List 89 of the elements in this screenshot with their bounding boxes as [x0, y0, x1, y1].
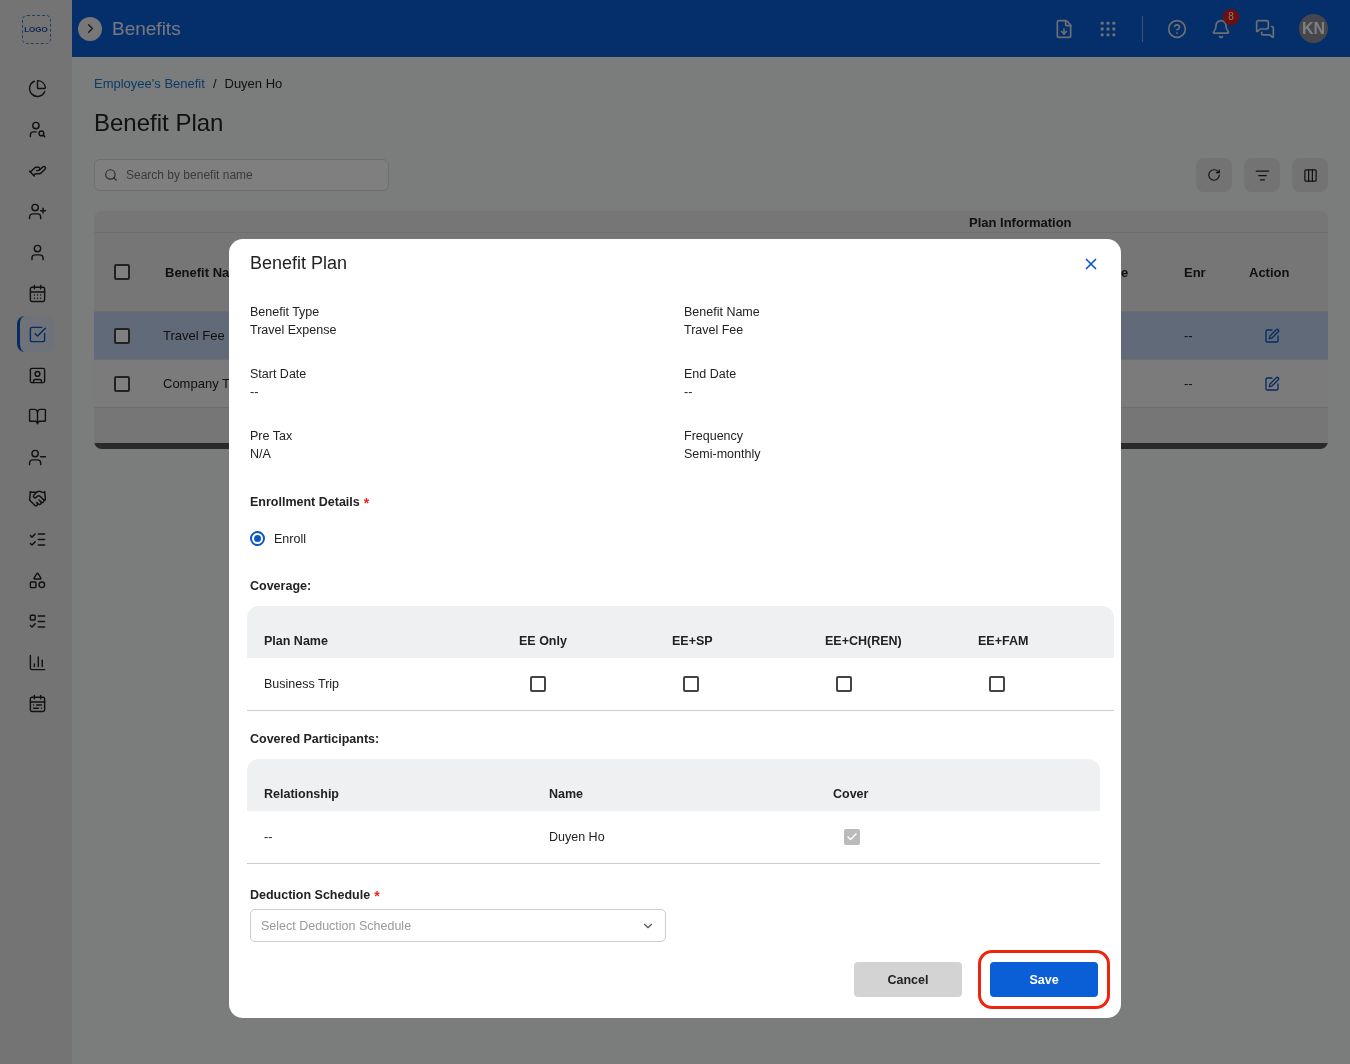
- checkbox[interactable]: [683, 676, 699, 692]
- pie-chart-icon: [28, 78, 47, 98]
- sidebar-item[interactable]: [17, 316, 55, 352]
- app-title: Benefits: [112, 17, 181, 40]
- filter-button[interactable]: [1244, 158, 1280, 192]
- breadcrumb-link[interactable]: Employee's Benefit: [94, 76, 205, 91]
- checkbox[interactable]: [836, 676, 852, 692]
- column-header: Name: [549, 787, 584, 801]
- table-cell: Business Trip: [264, 677, 340, 691]
- column-header: e: [1121, 264, 1129, 280]
- column-header: EE Only: [519, 634, 567, 648]
- dialog-title: Benefit Plan: [250, 253, 348, 274]
- field-value: Travel Expense: [250, 323, 338, 337]
- field-label: Start Date: [250, 367, 308, 381]
- section-label: Covered Participants:: [250, 732, 380, 746]
- search-field[interactable]: Search by benefit name: [94, 159, 389, 191]
- radio-button[interactable]: [250, 531, 265, 546]
- shapes-icon: [28, 570, 47, 590]
- field-value: --: [684, 385, 694, 399]
- edit-icon[interactable]: [1264, 327, 1280, 344]
- column-header: Action: [1249, 264, 1290, 280]
- section-label: Coverage:: [250, 579, 312, 593]
- search-icon: [104, 168, 118, 182]
- filter-icon: [1254, 167, 1270, 183]
- column-header: Enr: [1184, 264, 1206, 280]
- required-mark: *: [374, 888, 380, 904]
- user-search-icon: [28, 119, 47, 139]
- table-cell: --: [1184, 328, 1193, 343]
- table-cell: Duyen Ho: [549, 830, 605, 844]
- field-value: Travel Fee: [684, 323, 745, 337]
- notification-badge: 8: [1223, 8, 1239, 25]
- list-icon: [28, 611, 47, 631]
- table-cell: Travel Fee: [163, 328, 225, 343]
- field-label: Pre Tax: [250, 429, 294, 443]
- user-icon: [28, 242, 47, 262]
- handshake-icon: [28, 488, 47, 508]
- contact-card-icon: [28, 365, 47, 385]
- refresh-icon: [1207, 168, 1221, 182]
- collapse-button[interactable]: [78, 16, 102, 41]
- group-header: Plan Information: [969, 215, 1073, 230]
- chat-icon[interactable]: [1255, 18, 1275, 39]
- field-label: Benefit Name: [684, 305, 761, 319]
- column-header: Benefit Na: [165, 264, 230, 280]
- checklist-icon: [28, 324, 47, 344]
- breadcrumb-current: Duyen Ho: [224, 76, 283, 91]
- checkbox[interactable]: [530, 676, 546, 692]
- column-header: Relationship: [264, 787, 339, 801]
- column-header: EE+FAM: [978, 634, 1029, 648]
- field-label: Benefit Type: [250, 305, 321, 319]
- deduction-schedule-select[interactable]: Select Deduction Schedule: [250, 909, 666, 942]
- book-icon: [28, 406, 47, 426]
- table-cell: Company T: [163, 376, 230, 391]
- column-header: Plan Name: [264, 634, 328, 648]
- section-label: Enrollment Details: [250, 495, 360, 511]
- table-cell: --: [264, 830, 273, 844]
- radio-label: Enroll: [274, 531, 306, 546]
- page-title: Benefit Plan: [94, 109, 225, 137]
- field-value: Semi-monthly: [684, 447, 762, 461]
- save-button[interactable]: Save: [990, 962, 1098, 997]
- edit-icon[interactable]: [1264, 375, 1280, 392]
- field-value: N/A: [250, 447, 272, 461]
- columns-icon: [1302, 167, 1318, 183]
- file-download-icon[interactable]: [1054, 18, 1074, 39]
- breadcrumb-separator: /: [212, 76, 217, 91]
- bar-chart-icon: [28, 652, 47, 672]
- user-plus-icon: [28, 201, 47, 221]
- section-label: Deduction Schedule: [250, 888, 371, 904]
- field-label: End Date: [684, 367, 738, 381]
- table-cell: --: [1184, 376, 1193, 391]
- notification-bell-icon[interactable]: [1211, 18, 1231, 39]
- column-header: Cover: [833, 787, 869, 801]
- cancel-button[interactable]: Cancel: [854, 962, 962, 997]
- check-icon: [846, 831, 858, 843]
- required-mark: *: [363, 495, 370, 511]
- field-label: Frequency: [684, 429, 745, 443]
- user-minus-icon: [28, 447, 47, 467]
- checkbox[interactable]: [114, 264, 130, 280]
- refresh-button[interactable]: [1196, 158, 1232, 192]
- column-header: EE+CH(REN): [825, 634, 902, 648]
- calendar-icon: [28, 283, 47, 303]
- help-icon[interactable]: [1167, 18, 1187, 39]
- checkbox[interactable]: [114, 375, 130, 392]
- calendar-icon: [28, 693, 47, 713]
- logo: LOGO: [21, 15, 51, 44]
- column-header: EE+SP: [672, 634, 713, 648]
- columns-button[interactable]: [1292, 158, 1328, 192]
- field-value: --: [250, 385, 260, 399]
- checkbox[interactable]: [114, 327, 130, 344]
- checkbox[interactable]: [989, 676, 1005, 692]
